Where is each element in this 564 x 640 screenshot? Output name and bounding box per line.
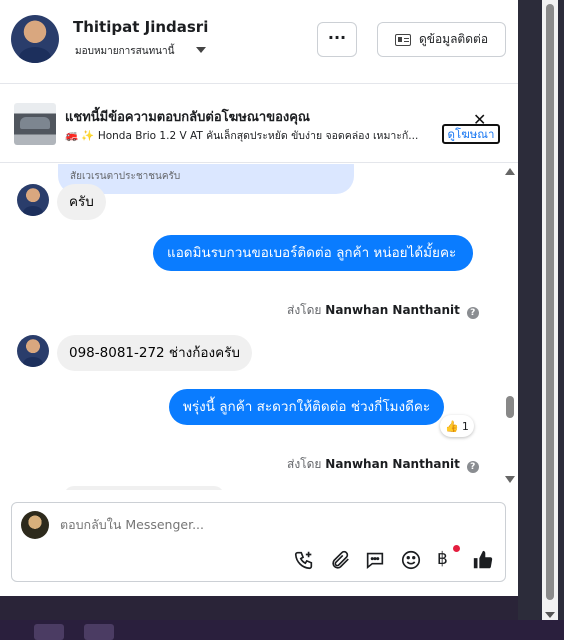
- reply-input[interactable]: [60, 517, 360, 532]
- sent-by-name: Nanwhan Nanthanit: [325, 303, 460, 317]
- contact-avatar[interactable]: [11, 15, 59, 63]
- message-bubble-incoming: ครับ: [57, 184, 106, 220]
- sent-by-label: ส่งโดย Nanwhan Nanthanit ?: [287, 301, 479, 320]
- info-icon[interactable]: ?: [466, 307, 479, 319]
- scroll-down-arrow-icon[interactable]: [505, 476, 515, 483]
- sent-by-prefix: ส่งโดย: [287, 457, 322, 471]
- sender-avatar: [17, 335, 49, 367]
- close-icon[interactable]: ✕: [473, 112, 486, 128]
- sent-by-prefix: ส่งโดย: [287, 303, 322, 317]
- scrollbar-thumb[interactable]: [506, 396, 514, 418]
- taskbar-app-icon[interactable]: [34, 624, 64, 640]
- scroll-up-arrow-icon[interactable]: [505, 168, 515, 175]
- baht-icon[interactable]: ฿: [437, 549, 448, 569]
- assign-conversation-label[interactable]: มอบหมายการสนทนานี้: [75, 44, 174, 59]
- sender-avatar: [17, 184, 49, 216]
- sent-by-label: ส่งโดย Nanwhan Nanthanit ?: [287, 455, 479, 474]
- message-bubble-incoming-partial: [64, 486, 224, 490]
- reaction-count: 1: [461, 419, 469, 433]
- message-bubble-outgoing: พรุ่งนี้ ลูกค้า สะดวกให้ติดต่อ ช่วงกี่โม…: [169, 389, 445, 425]
- phone-plus-icon[interactable]: [293, 549, 315, 571]
- scrollbar-thumb[interactable]: [546, 4, 554, 600]
- reply-composer: ฿: [11, 502, 506, 582]
- contact-name[interactable]: Thitipat Jindasri: [73, 18, 208, 36]
- conversation-panel: Thitipat Jindasri มอบหมายการสนทนานี้ ···…: [0, 0, 518, 596]
- conversation-header: Thitipat Jindasri มอบหมายการสนทนานี้ ···…: [0, 0, 518, 84]
- message-thread: สัยเวเรนตาประชาชนครับ ครับ แอดมินรบกวนขอ…: [0, 164, 518, 490]
- ad-banner-text: 🚒 ✨ Honda Brio 1.2 V AT คันเล็กสุดประหยั…: [65, 130, 419, 142]
- message-reaction[interactable]: 👍 1: [440, 415, 474, 437]
- message-text: สัยเวเรนตาประชาชนครับ: [70, 171, 181, 182]
- info-icon[interactable]: ?: [466, 461, 479, 473]
- ad-reply-banner: แชทนี้มีข้อความตอบกลับต่อโฆษณาของคุณ 🚒 ✨…: [0, 85, 518, 163]
- message-bubble-incoming: 098-8081-272 ช่างก้องครับ: [57, 335, 252, 371]
- notification-dot: [453, 545, 460, 552]
- thumbs-up-emoji: 👍: [445, 419, 459, 433]
- view-contact-label: ดูข้อมูลติดต่อ: [418, 32, 489, 46]
- view-ad-link[interactable]: ดูโฆษณา: [442, 124, 500, 144]
- scroll-down-arrow-icon[interactable]: [545, 612, 555, 618]
- taskbar-app-icon[interactable]: [84, 624, 114, 640]
- ad-banner-title: แชทนี้มีข้อความตอบกลับต่อโฆษณาของคุณ: [65, 110, 310, 125]
- thread-scrollbar[interactable]: [503, 164, 517, 490]
- message-bubble-outgoing: แอดมินรบกวนขอเบอร์ติดต่อ ลูกค้า หน่อยได้…: [153, 235, 473, 271]
- ad-thumbnail-image: [14, 103, 56, 145]
- view-contact-button[interactable]: ดูข้อมูลติดต่อ: [377, 22, 506, 57]
- sent-by-name: Nanwhan Nanthanit: [325, 457, 460, 471]
- page-scrollbar[interactable]: [542, 0, 558, 620]
- emoji-icon[interactable]: [400, 549, 422, 571]
- taskbar: [0, 620, 564, 640]
- id-card-icon: [394, 33, 411, 46]
- more-options-button[interactable]: ···: [317, 22, 357, 57]
- like-icon[interactable]: [472, 549, 494, 571]
- paperclip-icon[interactable]: [329, 549, 351, 571]
- chevron-down-icon[interactable]: [196, 47, 206, 53]
- message-bubble-incoming-partial: สัยเวเรนตาประชาชนครับ: [58, 164, 354, 194]
- chat-bubble-icon[interactable]: [364, 549, 386, 571]
- page-avatar: [21, 511, 49, 539]
